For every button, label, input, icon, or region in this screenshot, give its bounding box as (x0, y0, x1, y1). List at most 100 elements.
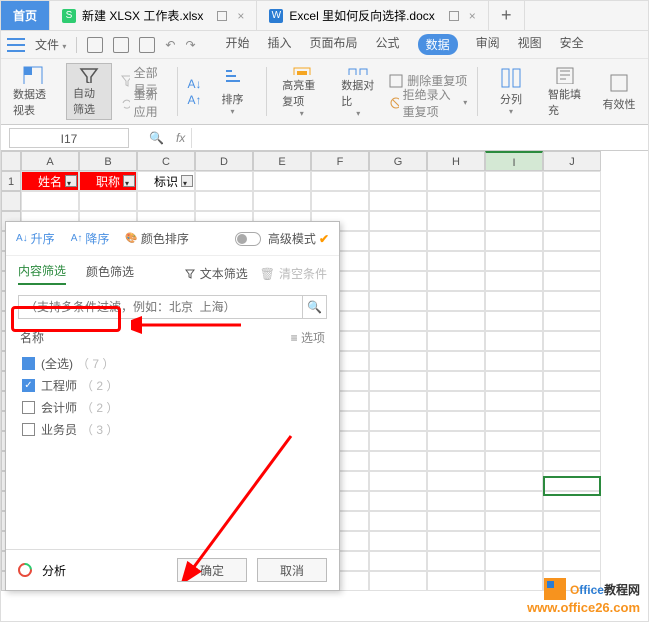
filter-item-engineer[interactable]: 工程师（ 2 ） (22, 374, 323, 396)
col-C[interactable]: C (137, 151, 195, 171)
preview-icon[interactable] (139, 37, 155, 53)
name-box[interactable]: I17 (9, 128, 129, 148)
analysis-link[interactable]: 分析 (42, 562, 66, 579)
validate-icon (608, 72, 630, 94)
checkbox-icon[interactable] (22, 357, 35, 370)
cell-B1[interactable]: 职称 (79, 171, 137, 191)
menu-view[interactable]: 视图 (518, 34, 542, 55)
select-all-corner[interactable] (1, 151, 21, 171)
text-filter[interactable]: 文本筛选 (200, 265, 248, 282)
hamburger-icon[interactable] (7, 38, 25, 52)
fx-label[interactable]: fx (176, 131, 185, 145)
tab-home[interactable]: 首页 (1, 1, 50, 30)
split-icon (500, 67, 522, 89)
cell-C1[interactable]: 标识 (137, 171, 195, 191)
col-D[interactable]: D (195, 151, 253, 171)
filter-options: 全部显示 重新应用 (120, 63, 167, 120)
col-G[interactable]: G (369, 151, 427, 171)
tab-file2[interactable]: W Excel 里如何反向选择.docx × (257, 1, 488, 30)
reject-dup[interactable]: 拒绝录入重复项▾ (389, 93, 467, 113)
cell-A1[interactable]: 姓名 (21, 171, 79, 191)
window-icon[interactable] (449, 11, 459, 21)
close-icon[interactable]: × (469, 9, 476, 23)
tab-content-filter[interactable]: 内容筛选 (18, 262, 66, 285)
cell-I1[interactable] (485, 171, 543, 191)
cell-D1[interactable] (195, 171, 253, 191)
col-J[interactable]: J (543, 151, 601, 171)
reapply[interactable]: 重新应用 (120, 93, 167, 113)
sort-desc-small[interactable]: A↑ (188, 93, 202, 107)
cell-H1[interactable] (427, 171, 485, 191)
window-icon[interactable] (217, 11, 227, 21)
rowhdr-1[interactable]: 1 (1, 171, 21, 191)
tab-file1[interactable]: S 新建 XLSX 工作表.xlsx × (50, 1, 257, 30)
col-H[interactable]: H (427, 151, 485, 171)
sort-icon (222, 67, 244, 89)
annotation-arrow-1 (131, 315, 251, 335)
redo-icon[interactable]: ↷ (185, 38, 195, 52)
trash-icon: 🗑 (260, 267, 275, 281)
sort-asc[interactable]: A↓升序 (16, 230, 55, 247)
checkbox-icon[interactable] (22, 379, 35, 392)
filter-dropdown-icon[interactable] (65, 175, 77, 187)
cell-F1[interactable] (311, 171, 369, 191)
cell-E1[interactable] (253, 171, 311, 191)
undo-icon[interactable]: ↶ (165, 38, 175, 52)
highlight-dup-button[interactable]: 高亮重复项▾ (276, 63, 327, 120)
sort-button[interactable]: 排序▾ (210, 63, 256, 120)
compare-button[interactable]: 数据对比▾ (335, 63, 381, 120)
print-icon[interactable] (113, 37, 129, 53)
search-icon[interactable]: 🔍 (149, 131, 164, 145)
file-menu[interactable]: 文件 ▾ (35, 36, 66, 53)
menu-insert[interactable]: 插入 (268, 34, 292, 55)
menu-bar: 文件 ▾ ↶ ↷ 开始 插入 页面布局 公式 数据 审阅 视图 安全 (1, 31, 648, 59)
menu-review[interactable]: 审阅 (476, 34, 500, 55)
menu-security[interactable]: 安全 (560, 34, 584, 55)
formula-bar: I17 🔍 fx (1, 125, 648, 151)
color-sort[interactable]: 🎨颜色排序 (125, 230, 188, 247)
filter-item-all[interactable]: (全选)（ 7 ） (22, 352, 323, 374)
toggle-icon (235, 232, 261, 246)
split-button[interactable]: 分列▾ (488, 63, 534, 120)
clear-conditions[interactable]: 清空条件 (279, 265, 327, 282)
tab-bar: 首页 S 新建 XLSX 工作表.xlsx × W Excel 里如何反向选择.… (1, 1, 648, 31)
dup-col: 删除重复项 拒绝录入重复项▾ (389, 63, 467, 120)
filter-dropdown-icon[interactable] (181, 175, 193, 187)
options-link[interactable]: ≡ 选项 (291, 329, 325, 346)
autofilter-button[interactable]: 自动筛选 (66, 63, 112, 120)
tab-add[interactable]: + (489, 1, 525, 30)
pie-icon (15, 560, 35, 580)
col-I[interactable]: I (485, 151, 543, 171)
menu-start[interactable]: 开始 (226, 34, 250, 55)
tab-color-filter[interactable]: 颜色筛选 (86, 263, 134, 284)
col-F[interactable]: F (311, 151, 369, 171)
col-E[interactable]: E (253, 151, 311, 171)
sort-asc-small[interactable]: A↓ (188, 77, 202, 91)
save-icon[interactable] (87, 37, 103, 53)
funnel-small-icon (120, 74, 130, 88)
col-B[interactable]: B (79, 151, 137, 171)
tab-file2-label: Excel 里如何反向选择.docx (289, 7, 434, 24)
menu-data[interactable]: 数据 (418, 34, 458, 55)
cell-J1[interactable] (543, 171, 601, 191)
menu-pagelayout[interactable]: 页面布局 (310, 34, 358, 55)
filter-item-accountant[interactable]: 会计师（ 2 ） (22, 396, 323, 418)
col-A[interactable]: A (21, 151, 79, 171)
xlsx-icon: S (62, 9, 76, 23)
checkbox-icon[interactable] (22, 401, 35, 414)
validate-button[interactable]: 有效性 (596, 63, 642, 120)
advanced-mode-toggle[interactable]: 高级模式 ✔ (235, 230, 329, 247)
filter-dropdown-icon[interactable] (123, 175, 135, 187)
search-icon[interactable]: 🔍 (303, 295, 327, 319)
sort-desc[interactable]: A↑降序 (71, 230, 110, 247)
pivot-button[interactable]: 数据透视表 (7, 63, 58, 120)
checkbox-icon[interactable] (22, 423, 35, 436)
menu-items: 开始 插入 页面布局 公式 数据 审阅 视图 安全 (226, 34, 584, 55)
smartfill-button[interactable]: 智能填充 (542, 63, 588, 120)
menu-formula[interactable]: 公式 (376, 34, 400, 55)
smartfill-icon (554, 65, 576, 84)
formula-input[interactable] (191, 128, 640, 148)
active-cell-I17[interactable] (543, 476, 601, 496)
cell-G1[interactable] (369, 171, 427, 191)
close-icon[interactable]: × (237, 9, 244, 23)
